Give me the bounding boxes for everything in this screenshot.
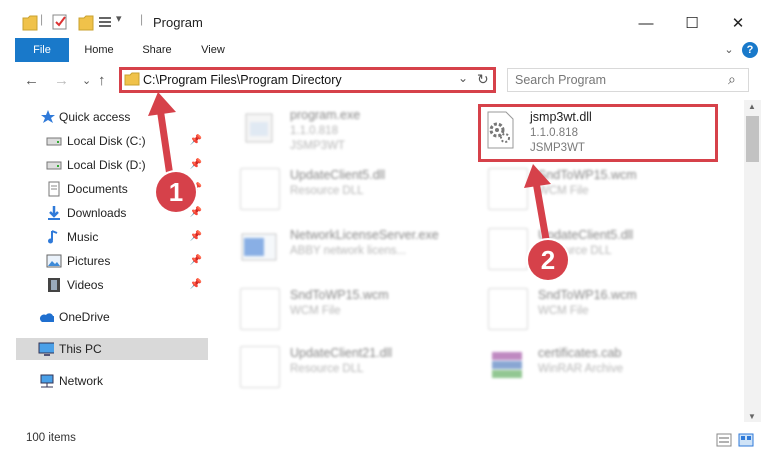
annotation-arrows [148, 92, 551, 249]
step-badge-2: 2 [528, 240, 568, 280]
step-badge-1: 1 [156, 172, 196, 212]
